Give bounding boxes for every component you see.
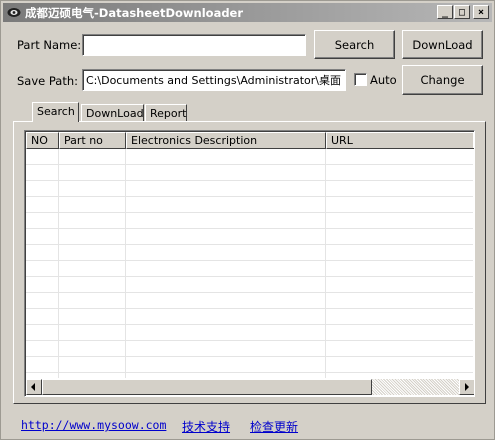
save-path-label: Save Path: [17, 74, 79, 88]
save-path-input[interactable]: C:\Documents and Settings\Administrator\… [82, 69, 346, 91]
search-button[interactable]: Search [314, 30, 395, 59]
title-bar[interactable]: 成都迈硕电气-DatasheetDownloader _ □ × [3, 3, 492, 22]
minimize-button[interactable]: _ [437, 5, 453, 19]
app-window: 成都迈硕电气-DatasheetDownloader _ □ × Part Na… [0, 0, 495, 440]
column-divider [125, 149, 126, 378]
column-header-no[interactable]: NO [26, 132, 59, 149]
search-tab-panel: NO Part no Electronics Description URL [13, 121, 486, 404]
tab-report[interactable]: Report [145, 104, 187, 122]
scroll-left-button[interactable] [26, 379, 42, 395]
tab-download[interactable]: DownLoad [81, 104, 144, 122]
table-body[interactable] [26, 149, 473, 378]
column-header-url[interactable]: URL [326, 132, 474, 149]
website-link[interactable]: http://www.mysoow.com [21, 418, 166, 432]
part-name-label: Part Name: [17, 38, 82, 52]
table-header: NO Part no Electronics Description URL [26, 132, 474, 149]
scroll-track[interactable] [372, 379, 459, 395]
scroll-right-button[interactable] [459, 379, 474, 395]
horizontal-scrollbar[interactable] [26, 379, 474, 395]
scroll-thumb[interactable] [42, 379, 372, 395]
column-divider [58, 149, 59, 378]
arrow-left-icon [31, 383, 35, 391]
part-name-input[interactable] [82, 34, 306, 56]
arrow-right-icon [465, 383, 469, 391]
column-divider [325, 149, 326, 378]
change-button[interactable]: Change [402, 65, 483, 95]
auto-checkbox[interactable] [354, 73, 367, 86]
check-update-link[interactable]: 检查更新 [250, 418, 298, 435]
close-button[interactable]: × [473, 5, 489, 19]
window-title: 成都迈硕电气-DatasheetDownloader [25, 6, 244, 20]
tech-support-link[interactable]: 技术支持 [182, 418, 230, 435]
tab-search[interactable]: Search [32, 102, 79, 122]
results-table[interactable]: NO Part no Electronics Description URL [24, 130, 475, 397]
column-header-description[interactable]: Electronics Description [126, 132, 326, 149]
auto-checkbox-label: Auto [370, 73, 397, 87]
maximize-button[interactable]: □ [454, 5, 470, 19]
column-header-part-no[interactable]: Part no [59, 132, 126, 149]
app-logo-icon [7, 6, 21, 19]
download-button[interactable]: DownLoad [402, 30, 483, 59]
